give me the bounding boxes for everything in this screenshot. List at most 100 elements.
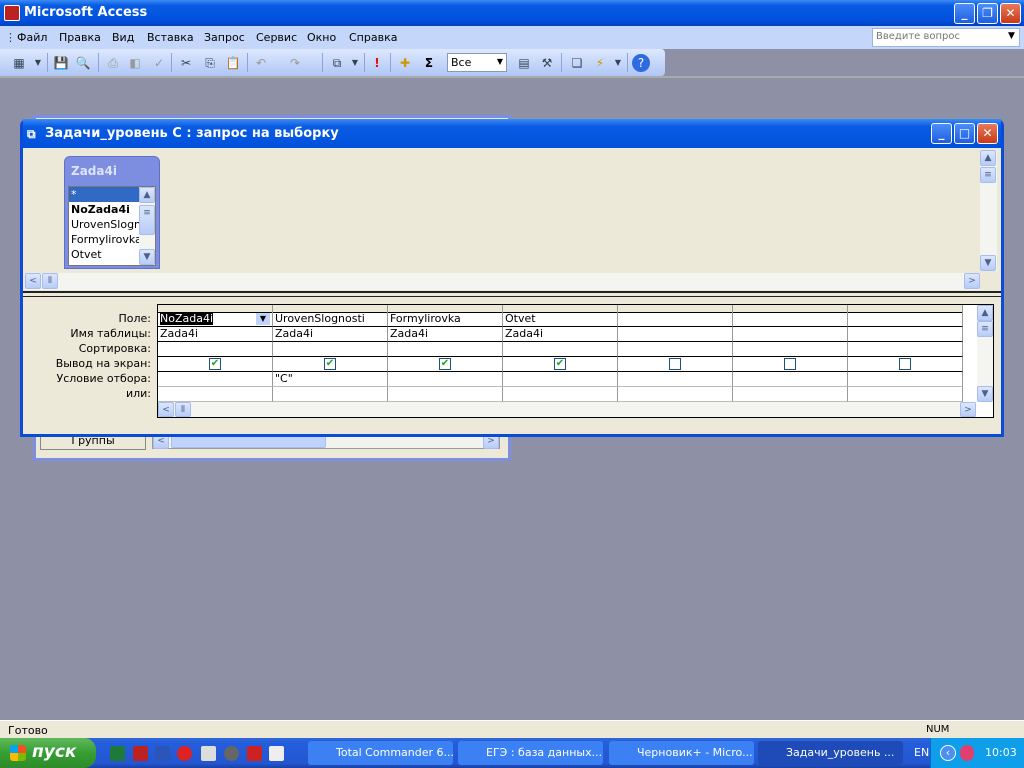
opera-icon[interactable] bbox=[177, 746, 192, 761]
language-indicator[interactable]: EN bbox=[914, 746, 929, 759]
cut-icon[interactable]: ✂ bbox=[177, 54, 195, 72]
grid-cell-field[interactable] bbox=[848, 312, 963, 327]
query-type-dropdown-icon[interactable]: ▼ bbox=[346, 54, 364, 72]
show-checkbox[interactable] bbox=[899, 358, 911, 370]
grid-cell-sort[interactable] bbox=[848, 342, 963, 357]
show-checkbox-checked[interactable]: ✔ bbox=[439, 358, 451, 370]
view-icon[interactable]: ▦ bbox=[10, 54, 28, 72]
task-ege-database[interactable]: ЕГЭ : база данных... bbox=[458, 741, 603, 765]
top-values-combo[interactable]: Все ▼ bbox=[447, 53, 507, 72]
builder-icon[interactable]: ⚒ bbox=[538, 54, 556, 72]
task-query-window[interactable]: Задачи_уровень ... bbox=[758, 741, 903, 765]
grid-cell-or[interactable] bbox=[733, 387, 848, 402]
database-window-icon[interactable]: ❏ bbox=[568, 54, 586, 72]
print-preview-icon[interactable]: ◧ bbox=[126, 54, 144, 72]
field-item[interactable]: * bbox=[69, 187, 139, 202]
grid-cell-criteria[interactable] bbox=[158, 372, 273, 387]
grid-cell-criteria[interactable] bbox=[503, 372, 618, 387]
grid-cell-show[interactable] bbox=[618, 357, 733, 372]
disc-icon[interactable] bbox=[224, 746, 239, 761]
grid-cell-show[interactable] bbox=[848, 357, 963, 372]
table-pane-vertical-scrollbar[interactable]: ▲ ≡ ▼ bbox=[980, 150, 997, 271]
task-chernovik-word[interactable]: Черновик+ - Micro... bbox=[609, 741, 754, 765]
query-close-button[interactable]: ✕ bbox=[977, 123, 998, 144]
minimize-button[interactable]: _ bbox=[954, 3, 975, 24]
grid-cell-criteria[interactable]: "C" bbox=[273, 372, 388, 387]
grid-cell-sort[interactable] bbox=[273, 342, 388, 357]
query-type-icon[interactable]: ⧉ bbox=[328, 54, 346, 72]
menu-window[interactable]: Окно bbox=[307, 31, 336, 44]
grid-cell-show[interactable]: ✔ bbox=[503, 357, 618, 372]
redo-icon[interactable]: ↷ bbox=[286, 54, 304, 72]
show-checkbox[interactable] bbox=[669, 358, 681, 370]
grid-cell-criteria[interactable] bbox=[388, 372, 503, 387]
field-list-zada4i[interactable]: Zada4i * NoZada4i UrovenSlognc Formyliro… bbox=[64, 156, 160, 269]
grid-cell-show[interactable]: ✔ bbox=[273, 357, 388, 372]
grid-cell-sort[interactable] bbox=[388, 342, 503, 357]
show-checkbox-checked[interactable]: ✔ bbox=[554, 358, 566, 370]
grid-cell-table[interactable] bbox=[848, 327, 963, 342]
print-icon[interactable]: ⎙ bbox=[104, 54, 122, 72]
file-search-icon[interactable]: 🔍 bbox=[74, 54, 92, 72]
balloon-icon[interactable] bbox=[960, 745, 974, 761]
show-table-icon[interactable]: ✚ bbox=[396, 54, 414, 72]
query-minimize-button[interactable]: _ bbox=[931, 123, 952, 144]
grid-cell-show[interactable]: ✔ bbox=[388, 357, 503, 372]
grid-cell-or[interactable] bbox=[503, 387, 618, 402]
grid-cell-sort[interactable] bbox=[158, 342, 273, 357]
properties-icon[interactable]: ▤ bbox=[515, 54, 533, 72]
excel-icon[interactable] bbox=[110, 746, 125, 761]
field-item[interactable]: Otvet bbox=[69, 247, 139, 262]
grid-horizontal-scrollbar[interactable]: < ⦀ > bbox=[158, 402, 976, 417]
grid-cell-criteria[interactable] bbox=[848, 372, 963, 387]
grid-cell-field[interactable]: Otvet bbox=[503, 312, 618, 327]
restore-button[interactable]: ❐ bbox=[977, 3, 998, 24]
menu-insert[interactable]: Вставка bbox=[147, 31, 194, 44]
grid-cell-table[interactable]: Zada4i bbox=[388, 327, 503, 342]
show-desktop-icon[interactable] bbox=[269, 746, 284, 761]
grid-cell-show[interactable]: ✔ bbox=[158, 357, 273, 372]
menu-file[interactable]: Файл bbox=[17, 31, 47, 44]
tray-expand-icon[interactable]: ‹ bbox=[940, 745, 956, 761]
menu-tools[interactable]: Сервис bbox=[256, 31, 297, 44]
help-search-dropdown-icon[interactable]: ▼ bbox=[1008, 31, 1015, 41]
task-total-commander[interactable]: Total Commander 6... bbox=[308, 741, 453, 765]
show-checkbox[interactable] bbox=[784, 358, 796, 370]
grid-cell-table[interactable]: Zada4i bbox=[273, 327, 388, 342]
totals-icon[interactable]: Σ bbox=[420, 54, 438, 72]
query-maximize-button[interactable]: □ bbox=[954, 123, 975, 144]
save-icon[interactable]: 💾 bbox=[52, 54, 70, 72]
grid-cell-sort[interactable] bbox=[618, 342, 733, 357]
help-search-input[interactable]: Введите вопрос bbox=[872, 28, 1020, 47]
help-icon[interactable]: ? bbox=[632, 54, 650, 72]
view-dropdown-icon[interactable]: ▼ bbox=[29, 54, 47, 72]
grid-cell-or[interactable] bbox=[158, 387, 273, 402]
menu-edit[interactable]: Правка bbox=[59, 31, 101, 44]
grid-cell-table[interactable] bbox=[733, 327, 848, 342]
grid-cell-criteria[interactable] bbox=[618, 372, 733, 387]
grid-cell-field[interactable]: Formylirovka bbox=[388, 312, 503, 327]
grid-cell-or[interactable] bbox=[618, 387, 733, 402]
menu-query[interactable]: Запрос bbox=[204, 31, 245, 44]
field-item[interactable]: UrovenSlognc bbox=[69, 217, 139, 232]
spelling-icon[interactable]: ✓ bbox=[150, 54, 168, 72]
grid-cell-field[interactable]: ▼ NoZada4i bbox=[158, 312, 273, 327]
floppy-icon[interactable] bbox=[247, 746, 262, 761]
grid-vertical-scrollbar[interactable]: ▲ ≡ ▼ bbox=[977, 305, 993, 402]
grid-cell-field[interactable] bbox=[618, 312, 733, 327]
new-object-dropdown-icon[interactable]: ▼ bbox=[609, 54, 627, 72]
grid-cell-table[interactable]: Zada4i bbox=[158, 327, 273, 342]
new-object-icon[interactable]: ⚡ bbox=[591, 54, 609, 72]
app-icon[interactable] bbox=[201, 746, 216, 761]
menu-help[interactable]: Справка bbox=[349, 31, 397, 44]
close-button[interactable]: ✕ bbox=[1000, 3, 1021, 24]
menu-view[interactable]: Вид bbox=[112, 31, 134, 44]
grid-cell-field[interactable] bbox=[733, 312, 848, 327]
start-button[interactable]: пуск bbox=[0, 738, 96, 768]
show-checkbox-checked[interactable]: ✔ bbox=[209, 358, 221, 370]
grid-cell-or[interactable] bbox=[388, 387, 503, 402]
grid-cell-or[interactable] bbox=[848, 387, 963, 402]
grid-cell-criteria[interactable] bbox=[733, 372, 848, 387]
grid-cell-show[interactable] bbox=[733, 357, 848, 372]
grid-cell-field[interactable]: UrovenSlognosti bbox=[273, 312, 388, 327]
